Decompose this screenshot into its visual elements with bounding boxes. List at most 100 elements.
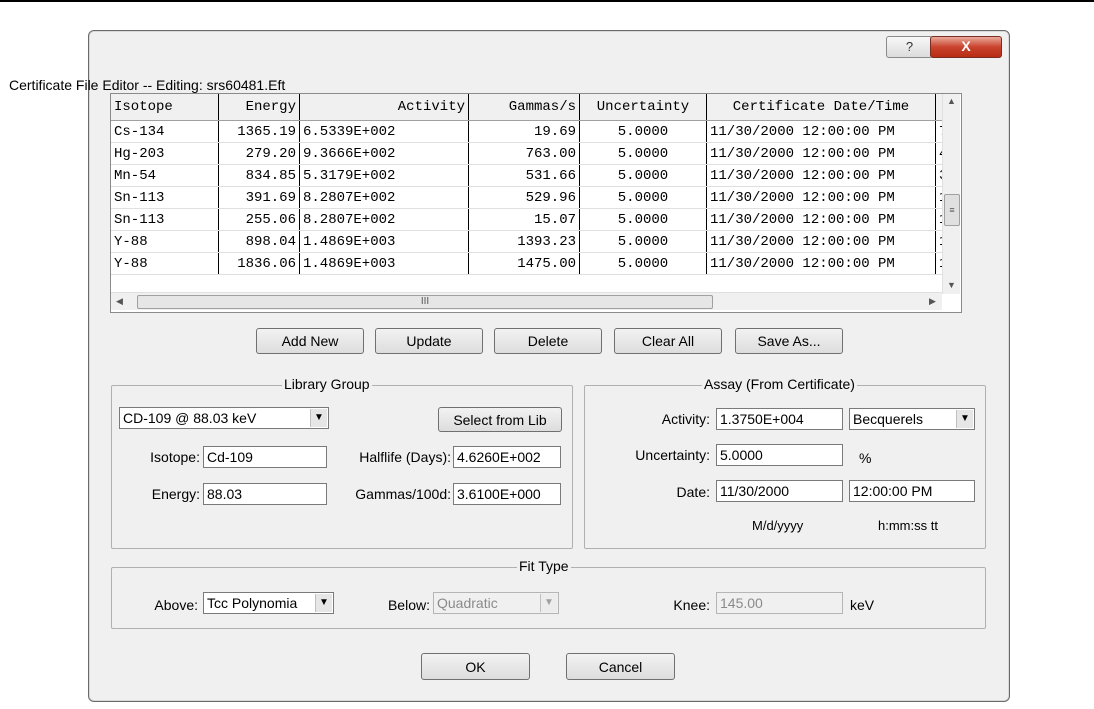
table-row[interactable]: Hg-203 279.20 9.3666E+002 763.00 5.0000 11/30…	[111, 142, 955, 165]
grid-horizontal-scroll-thumb[interactable]: III	[137, 295, 713, 309]
table-cell[interactable]: 5.0000	[579, 142, 707, 165]
table-row[interactable]: Sn-113 391.69 8.2807E+002 529.96 5.0000 11/30…	[111, 186, 955, 209]
select-from-lib-button[interactable]: Select from Lib	[438, 407, 562, 432]
time-format-hint: h:mm:ss tt	[878, 518, 938, 533]
scroll-left-arrow-icon[interactable]: ◀	[116, 296, 123, 307]
table-cell[interactable]: 255.06	[218, 208, 300, 231]
chevron-down-icon[interactable]: ▼	[315, 594, 332, 612]
halflife-field[interactable]: 4.6260E+002	[453, 446, 561, 468]
table-cell[interactable]: 11/30/2000 12:00:00 PM	[706, 142, 936, 165]
table-cell[interactable]: 8.2807E+002	[299, 208, 469, 231]
update-button[interactable]: Update	[375, 328, 483, 354]
above-label: Above:	[154, 597, 198, 613]
table-cell[interactable]: Sn-113	[111, 186, 219, 209]
help-button[interactable]: ?	[886, 36, 933, 58]
uncertainty-field[interactable]: 5.0000	[716, 444, 843, 466]
below-label: Below:	[387, 597, 430, 613]
table-cell[interactable]: Sn-113	[111, 208, 219, 231]
table-cell[interactable]: 898.04	[218, 230, 300, 253]
table-cell[interactable]: 279.20	[218, 142, 300, 165]
table-cell[interactable]: 5.0000	[579, 120, 707, 143]
table-cell[interactable]: 5.0000	[579, 230, 707, 253]
column-header-uncertainty[interactable]: Uncertainty	[579, 94, 707, 121]
column-header-isotope[interactable]: Isotope	[111, 94, 219, 121]
column-header-activity[interactable]: Activity	[299, 94, 469, 121]
gammas-field[interactable]: 3.6100E+000	[453, 483, 561, 505]
table-cell[interactable]: Mn-54	[111, 164, 219, 187]
below-select[interactable]: Quadratic ▼	[433, 592, 559, 614]
grid-vertical-scrollbar[interactable]: ▲ ≡ ▼	[942, 94, 960, 294]
grid-header-row: Isotope Energy Activity Gammas/s Uncerta…	[111, 94, 955, 121]
delete-button[interactable]: Delete	[494, 328, 602, 354]
activity-unit-select[interactable]: Becquerels ▼	[849, 408, 975, 430]
table-cell[interactable]: 11/30/2000 12:00:00 PM	[706, 186, 936, 209]
isotope-field[interactable]: Cd-109	[203, 446, 327, 468]
table-row[interactable]: Y-88 898.04 1.4869E+003 1393.23 5.0000 11/30/…	[111, 230, 955, 253]
top-border-line	[0, 0, 1094, 2]
date-format-hint: M/d/yyyy	[752, 518, 804, 533]
activity-label: Activity:	[661, 411, 710, 427]
column-header-date-time[interactable]: Certificate Date/Time	[706, 94, 936, 121]
table-cell[interactable]: 5.0000	[579, 186, 707, 209]
table-cell[interactable]: 529.96	[468, 186, 580, 209]
scroll-right-arrow-icon[interactable]: ▶	[929, 296, 936, 307]
date-field[interactable]: 11/30/2000	[716, 480, 843, 502]
table-cell[interactable]: 5.0000	[579, 252, 707, 275]
close-button[interactable]: X	[930, 36, 1002, 58]
halflife-label: Halflife (Days):	[359, 449, 451, 465]
table-cell[interactable]: 11/30/2000 12:00:00 PM	[706, 120, 936, 143]
table-cell[interactable]: Y-88	[111, 230, 219, 253]
table-cell[interactable]: 11/30/2000 12:00:00 PM	[706, 164, 936, 187]
table-cell[interactable]: 1475.00	[468, 252, 580, 275]
ok-button[interactable]: OK	[421, 653, 530, 680]
chevron-down-icon[interactable]: ▼	[956, 410, 973, 428]
table-cell[interactable]: 9.3666E+002	[299, 142, 469, 165]
table-cell[interactable]: 19.69	[468, 120, 580, 143]
table-cell[interactable]: 11/30/2000 12:00:00 PM	[706, 230, 936, 253]
grid-horizontal-scrollbar[interactable]: ◀ III ▶	[111, 292, 942, 310]
scroll-up-arrow-icon[interactable]: ▲	[947, 96, 956, 106]
table-cell[interactable]: 15.07	[468, 208, 580, 231]
activity-field[interactable]: 1.3750E+004	[716, 408, 843, 430]
table-cell[interactable]: 5.0000	[579, 164, 707, 187]
above-select[interactable]: Tcc Polynomia ▼	[203, 592, 334, 614]
table-cell[interactable]: 1.4869E+003	[299, 252, 469, 275]
table-cell[interactable]: 1.4869E+003	[299, 230, 469, 253]
time-field[interactable]: 12:00:00 PM	[849, 480, 975, 502]
table-row[interactable]: Y-88 1836.06 1.4869E+003 1475.00 5.0000 11/30…	[111, 252, 955, 275]
table-cell[interactable]: Cs-134	[111, 120, 219, 143]
table-cell[interactable]: 5.0000	[579, 208, 707, 231]
table-cell[interactable]: 6.5339E+002	[299, 120, 469, 143]
table-cell[interactable]: Hg-203	[111, 142, 219, 165]
chevron-down-icon[interactable]: ▼	[540, 594, 557, 612]
table-cell[interactable]: 1365.19	[218, 120, 300, 143]
table-cell[interactable]: 8.2807E+002	[299, 186, 469, 209]
table-row[interactable]: Cs-134 1365.19 6.5339E+002 19.69 5.0000 11/30…	[111, 120, 955, 143]
scroll-down-arrow-icon[interactable]: ▼	[947, 280, 956, 290]
column-header-energy[interactable]: Energy	[218, 94, 300, 121]
table-cell[interactable]: 531.66	[468, 164, 580, 187]
save-as-button[interactable]: Save As...	[735, 328, 843, 354]
table-row[interactable]: Mn-54 834.85 5.3179E+002 531.66 5.0000 11/30/…	[111, 164, 955, 187]
isotope-label: Isotope:	[150, 449, 200, 465]
cancel-button[interactable]: Cancel	[566, 653, 675, 680]
column-header-gammas[interactable]: Gammas/s	[468, 94, 580, 121]
chevron-down-icon[interactable]: ▼	[310, 409, 327, 427]
table-cell[interactable]: Y-88	[111, 252, 219, 275]
table-cell[interactable]: 11/30/2000 12:00:00 PM	[706, 208, 936, 231]
clear-all-button[interactable]: Clear All	[614, 328, 722, 354]
library-isotope-select[interactable]: CD-109 @ 88.03 keV ▼	[119, 407, 329, 429]
table-cell[interactable]: 1836.06	[218, 252, 300, 275]
table-cell[interactable]: 763.00	[468, 142, 580, 165]
energy-field[interactable]: 88.03	[203, 483, 327, 505]
grid-vertical-scroll-thumb[interactable]: ≡	[944, 194, 960, 226]
table-cell[interactable]: 5.3179E+002	[299, 164, 469, 187]
table-cell[interactable]: 11/30/2000 12:00:00 PM	[706, 252, 936, 275]
table-cell[interactable]: 1393.23	[468, 230, 580, 253]
table-row[interactable]: Sn-113 255.06 8.2807E+002 15.07 5.0000 11/30/…	[111, 208, 955, 231]
table-cell[interactable]: 834.85	[218, 164, 300, 187]
knee-field[interactable]: 145.00	[716, 592, 843, 614]
isotope-grid[interactable]: Isotope Energy Activity Gammas/s Uncerta…	[110, 93, 962, 313]
add-new-button[interactable]: Add New	[256, 328, 364, 354]
table-cell[interactable]: 391.69	[218, 186, 300, 209]
